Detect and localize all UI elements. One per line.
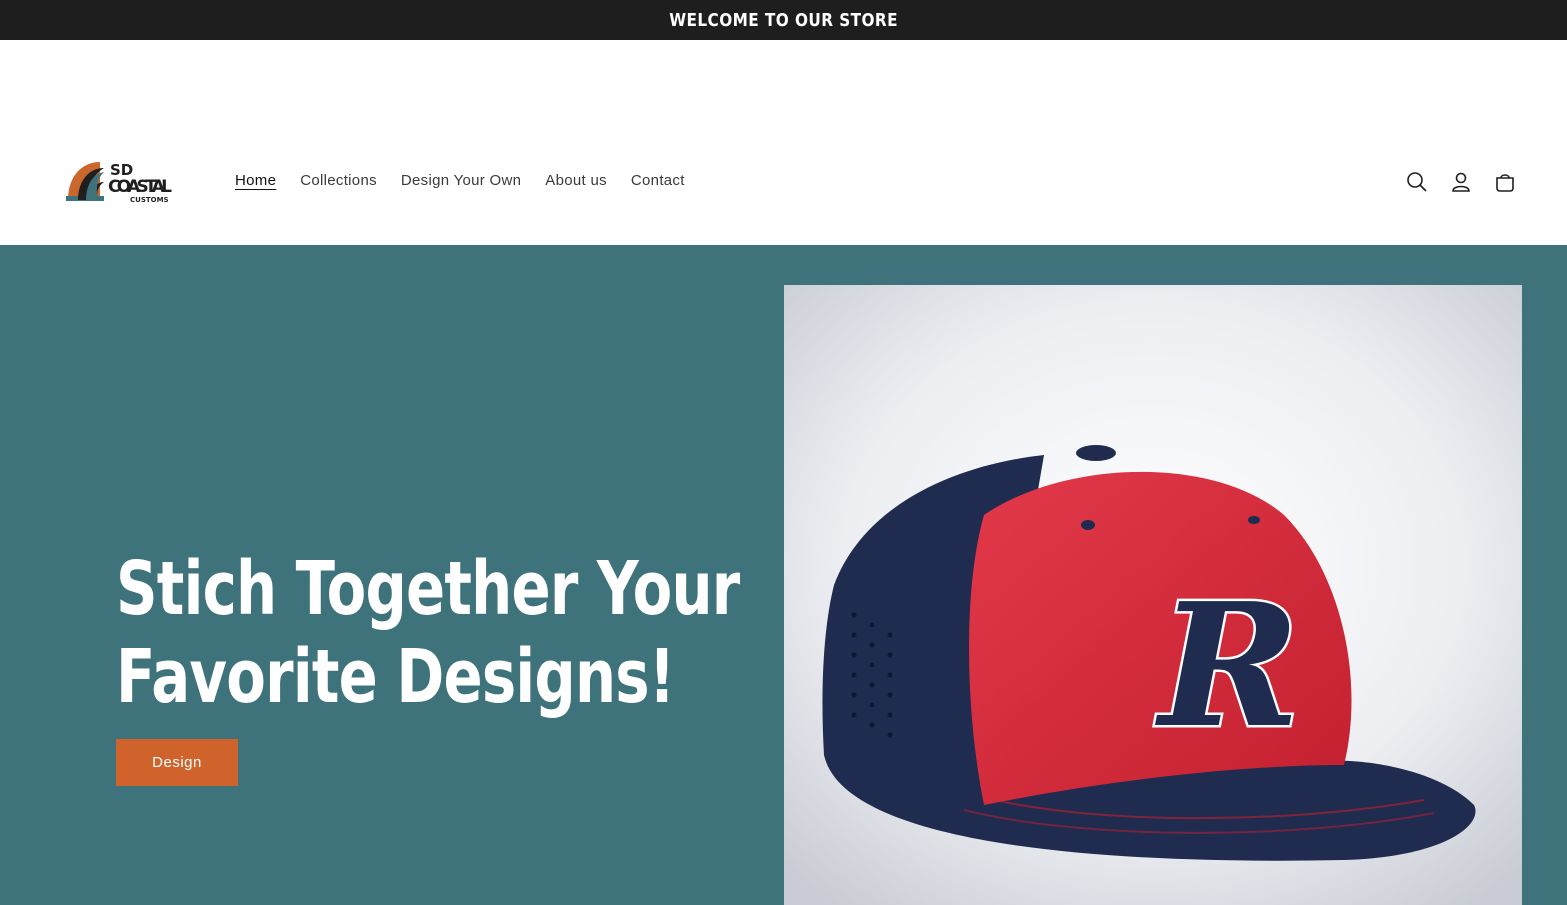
main-nav: Home Collections Design Your Own About u…	[235, 171, 709, 191]
announcement-text: WELCOME TO OUR STORE	[669, 9, 898, 31]
design-button[interactable]: Design	[116, 739, 238, 786]
hero-title-line2: Favorite Designs!	[116, 634, 675, 720]
nav-item-home[interactable]: Home	[235, 171, 276, 191]
cart-icon[interactable]	[1493, 170, 1517, 194]
announcement-bar: WELCOME TO OUR STORE	[0, 0, 1567, 40]
logo-line2: COASTAL	[108, 177, 172, 197]
nav-item-contact[interactable]: Contact	[631, 171, 685, 191]
header-icons	[1405, 170, 1517, 194]
hero-banner: Stich Together Your Favorite Designs! De…	[0, 245, 1567, 905]
search-icon[interactable]	[1405, 170, 1429, 194]
nav-item-design-your-own[interactable]: Design Your Own	[401, 171, 521, 191]
store-logo[interactable]: SD COASTAL CUSTOMS	[64, 156, 176, 206]
site-header: SD COASTAL CUSTOMS Home Collections Desi…	[0, 40, 1567, 245]
hero-title: Stich Together Your Favorite Designs!	[116, 545, 740, 721]
hero-cap-image: R	[784, 285, 1522, 905]
account-icon[interactable]	[1449, 170, 1473, 194]
logo-line3: CUSTOMS	[130, 196, 169, 204]
nav-item-about-us[interactable]: About us	[545, 171, 607, 191]
hero-title-line1: Stich Together Your	[116, 546, 740, 632]
nav-item-collections[interactable]: Collections	[300, 171, 377, 191]
cap-letter: R	[1155, 566, 1300, 766]
